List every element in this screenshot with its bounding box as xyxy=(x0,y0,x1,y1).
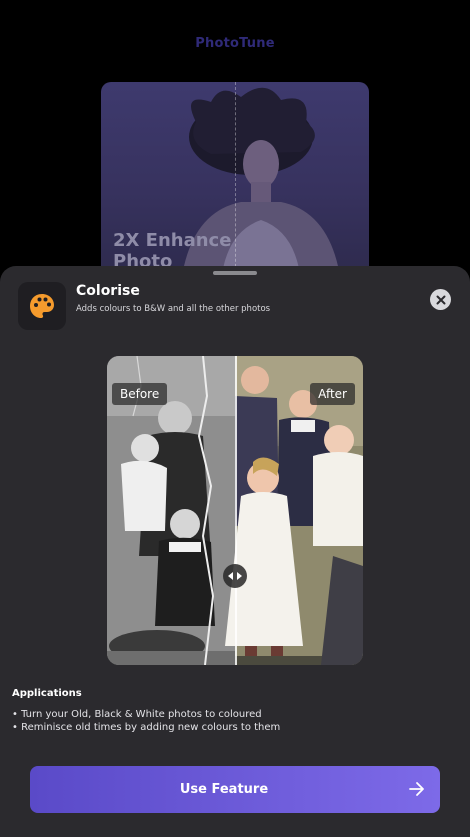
palette-icon xyxy=(18,282,66,330)
screen: PhotoTune 2X Enhance Photo Colorise Adds… xyxy=(0,0,470,837)
use-feature-label: Use Feature xyxy=(179,782,269,797)
applications-list: • Turn your Old, Black & White photos to… xyxy=(12,709,280,734)
before-after-comparison[interactable]: Before After xyxy=(107,356,363,665)
before-label: Before xyxy=(112,383,168,405)
comparison-divider xyxy=(235,356,237,665)
split-handle-icon xyxy=(228,572,242,580)
after-label: After xyxy=(310,383,355,405)
enhance-feature-card[interactable]: 2X Enhance Photo xyxy=(101,82,369,282)
arrow-right-icon xyxy=(409,782,424,796)
applications-item: • Reminisce old times by adding new colo… xyxy=(12,721,281,733)
feature-title: Colorise xyxy=(76,283,140,299)
close-button[interactable] xyxy=(430,289,451,310)
use-feature-button[interactable]: Use Feature xyxy=(30,766,440,813)
sheet-drag-handle[interactable] xyxy=(213,271,257,275)
app-title: PhotoTune xyxy=(195,36,275,51)
feature-bottom-sheet: Colorise Adds colours to B&W and all the… xyxy=(0,266,470,837)
comparison-drag-handle[interactable] xyxy=(223,564,247,588)
applications-item: • Turn your Old, Black & White photos to… xyxy=(12,709,262,720)
feature-subtitle: Adds colours to B&W and all the other ph… xyxy=(76,304,271,314)
close-icon xyxy=(436,295,445,304)
applications-heading: Applications xyxy=(12,688,82,699)
